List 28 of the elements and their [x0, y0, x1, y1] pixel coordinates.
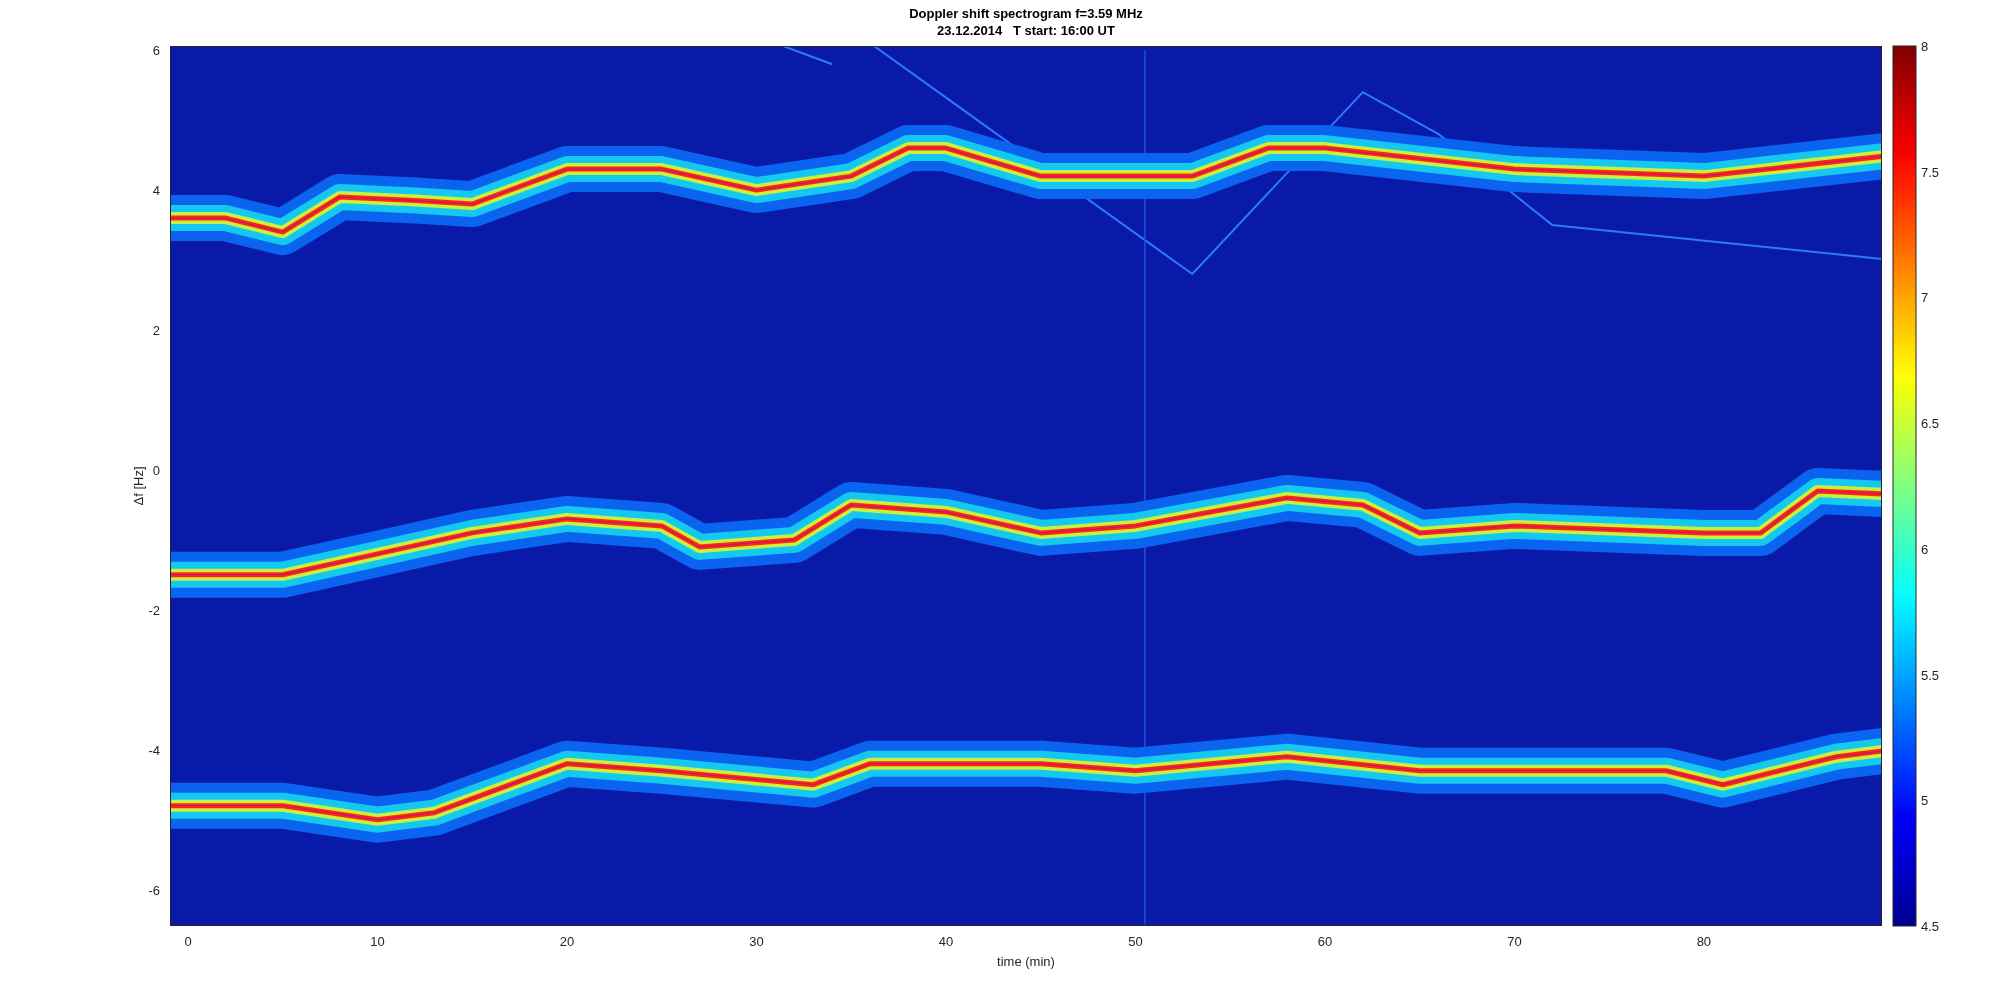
x-axis-label: time (min) — [997, 954, 1055, 969]
x-tick-label: 20 — [559, 934, 575, 949]
x-tick-label: 0 — [184, 934, 192, 949]
colorbar-tick-label: 6 — [1921, 541, 1929, 557]
y-tick-label: -6 — [148, 882, 160, 898]
y-tick-label: 4 — [152, 183, 160, 199]
y-tick-label: 2 — [152, 323, 160, 338]
x-tick-label: 40 — [938, 934, 954, 949]
colorbar-tick-label: 5.5 — [1921, 667, 1940, 683]
colorbar-tick-label: 6.5 — [1921, 416, 1940, 432]
x-tick-label: 70 — [1507, 934, 1522, 949]
chart-title: Doppler shift spectrogram f=3.59 MHz — [909, 6, 1143, 21]
x-tick-label: 30 — [749, 934, 764, 949]
y-tick-label: -2 — [148, 602, 160, 618]
x-tick-label: 10 — [370, 934, 385, 949]
y-tick-label: 6 — [152, 43, 160, 59]
colorbar-tick-label: 7 — [1921, 290, 1929, 306]
colorbar-tick-label: 8 — [1921, 39, 1929, 54]
colorbar-tick-label: 4.5 — [1921, 919, 1940, 934]
x-tick-label: 50 — [1128, 934, 1143, 949]
y-axis-label: Δf [Hz] — [131, 466, 146, 506]
x-tick-label: 60 — [1317, 934, 1333, 949]
y-tick-label: -4 — [148, 742, 160, 758]
x-tick-label: 80 — [1696, 934, 1712, 949]
colorbar-tick-label: 7.5 — [1921, 164, 1940, 180]
chart-title: 23.12.2014 T start: 16:00 UT — [937, 23, 1115, 38]
colorbar-tick-label: 5 — [1921, 793, 1929, 809]
y-tick-label: 0 — [152, 462, 160, 478]
